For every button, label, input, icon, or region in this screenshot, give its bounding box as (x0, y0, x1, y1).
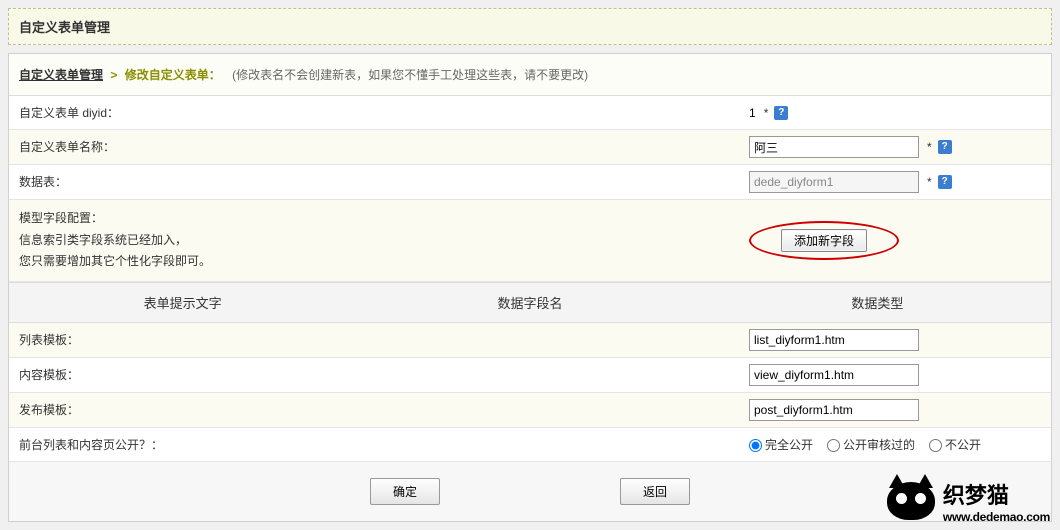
row-diyid: 自定义表单 diyid： 1 * ? (9, 96, 1051, 130)
list-template-label: 列表模板： (9, 323, 739, 357)
row-view-template: 内容模板： (9, 358, 1051, 393)
breadcrumb-note: (修改表名不会创建新表，如果您不懂手工处理这些表，请不要更改) (232, 68, 588, 82)
field-table-header: 表单提示文字 数据字段名 数据类型 (9, 282, 1051, 323)
visibility-opt1[interactable]: 完全公开 (749, 436, 813, 453)
view-template-input[interactable] (749, 364, 919, 386)
row-list-template: 列表模板： (9, 323, 1051, 358)
breadcrumb-current: 修改自定义表单： (125, 68, 221, 82)
back-button[interactable]: 返回 (620, 478, 690, 505)
add-field-button[interactable]: 添加新字段 (781, 229, 867, 252)
cat-icon (887, 482, 935, 520)
radio-reviewed[interactable] (827, 439, 840, 452)
diyid-label: 自定义表单 diyid： (9, 96, 739, 129)
help-icon[interactable]: ? (938, 175, 952, 189)
row-post-template: 发布模板： (9, 393, 1051, 428)
radio-public[interactable] (749, 439, 762, 452)
footer-url: www.dedemao.com (943, 510, 1050, 524)
model-line1: 信息索引类字段系统已经加入， (19, 230, 749, 252)
highlight-ellipse: 添加新字段 (749, 221, 899, 260)
visibility-opt3[interactable]: 不公开 (929, 436, 981, 453)
col-header-fieldname: 数据字段名 (356, 283, 703, 322)
model-line2: 您只需要增加其它个性化字段即可。 (19, 251, 749, 273)
model-title: 模型字段配置： (19, 208, 749, 230)
breadcrumb-root-link[interactable]: 自定义表单管理 (19, 68, 103, 82)
view-template-label: 内容模板： (9, 358, 739, 392)
name-label: 自定义表单名称： (9, 130, 739, 164)
row-model-config: 模型字段配置： 信息索引类字段系统已经加入， 您只需要增加其它个性化字段即可。 … (9, 200, 1051, 282)
help-icon[interactable]: ? (938, 140, 952, 154)
row-name: 自定义表单名称： * ? (9, 130, 1051, 165)
post-template-input[interactable] (749, 399, 919, 421)
required-mark: * (764, 106, 769, 120)
table-label: 数据表： (9, 165, 739, 199)
post-template-label: 发布模板： (9, 393, 739, 427)
footer-logo: 织梦猫 www.dedemao.com (887, 478, 1050, 524)
row-visibility: 前台列表和内容页公开？： 完全公开 公开审核过的 不公开 (9, 428, 1051, 462)
footer-brand: 织梦猫 (943, 478, 1050, 510)
submit-button[interactable]: 确定 (370, 478, 440, 505)
required-mark: * (927, 175, 932, 189)
col-header-prompt: 表单提示文字 (9, 283, 356, 322)
name-input[interactable] (749, 136, 919, 158)
list-template-input[interactable] (749, 329, 919, 351)
visibility-label: 前台列表和内容页公开？： (9, 428, 739, 461)
row-table: 数据表： * ? (9, 165, 1051, 200)
col-header-datatype: 数据类型 (704, 283, 1051, 322)
breadcrumb-separator: > (110, 68, 117, 82)
visibility-opt2[interactable]: 公开审核过的 (827, 436, 915, 453)
main-panel: 自定义表单管理 > 修改自定义表单： (修改表名不会创建新表，如果您不懂手工处理… (8, 53, 1052, 522)
table-input (749, 171, 919, 193)
radio-private[interactable] (929, 439, 942, 452)
help-icon[interactable]: ? (774, 106, 788, 120)
panel-title: 自定义表单管理 (8, 8, 1052, 45)
required-mark: * (927, 140, 932, 154)
breadcrumb: 自定义表单管理 > 修改自定义表单： (修改表名不会创建新表，如果您不懂手工处理… (9, 54, 1051, 96)
diyid-value: 1 (749, 106, 756, 120)
